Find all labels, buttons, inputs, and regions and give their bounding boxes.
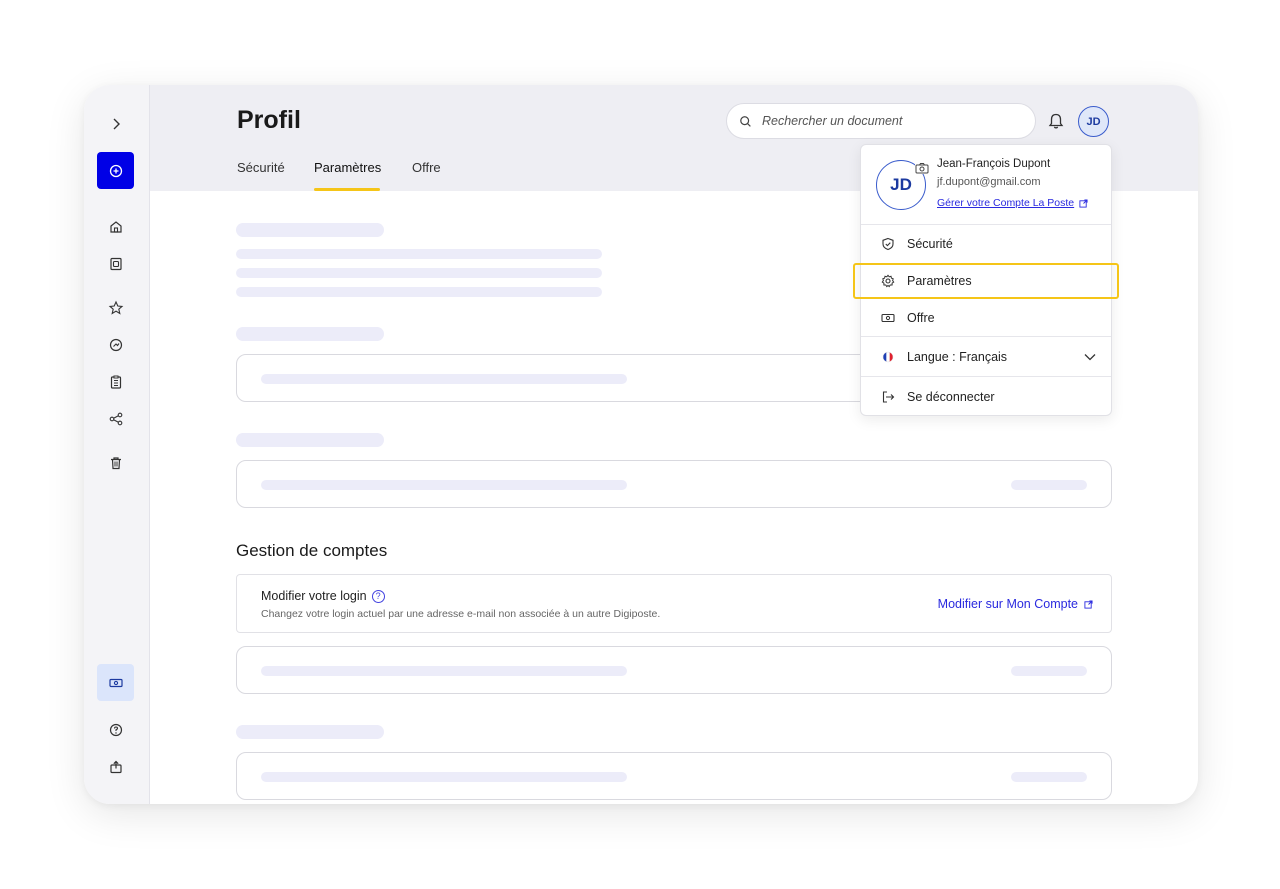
skeleton-line (261, 666, 627, 676)
trash-icon[interactable] (97, 444, 134, 481)
logout-icon (882, 391, 895, 403)
user-email: jf.dupont@gmail.com (937, 176, 1041, 188)
expand-icon[interactable] (97, 105, 134, 142)
skeleton-heading (236, 433, 384, 447)
search-bar[interactable] (726, 103, 1036, 139)
divider (861, 336, 1111, 337)
divider (861, 224, 1111, 225)
menu-item-label: Langue : Français (907, 350, 1008, 364)
tab-offre[interactable]: Offre (412, 160, 441, 175)
menu-item-label: Offre (907, 311, 935, 325)
ticket-icon (881, 313, 895, 323)
menu-item-label: Se déconnecter (907, 390, 995, 404)
modify-account-link-label: Modifier sur Mon Compte (937, 597, 1078, 611)
skeleton-heading (236, 725, 384, 739)
active-tab-indicator (314, 188, 380, 191)
skeleton-line (236, 268, 602, 278)
skeleton-card (236, 460, 1112, 508)
skeleton-line (1011, 480, 1087, 490)
external-link-icon (1084, 599, 1093, 609)
flag-fr-icon (882, 351, 894, 363)
tab-securite[interactable]: Sécurité (237, 160, 285, 175)
offer-icon[interactable] (97, 664, 134, 701)
language-selector[interactable]: Langue : Français (861, 338, 1113, 376)
share-icon[interactable] (97, 400, 134, 437)
skeleton-card (236, 646, 1112, 694)
menu-item-securite[interactable]: Sécurité (861, 226, 1113, 262)
star-icon[interactable] (97, 289, 134, 326)
manage-account-link-label: Gérer votre Compte La Poste (937, 197, 1075, 209)
skeleton-card (236, 752, 1112, 800)
login-description: Changez votre login actuel par une adres… (261, 608, 661, 620)
login-title-text: Modifier votre login (261, 589, 367, 603)
skeleton-line (1011, 666, 1087, 676)
sidebar (84, 85, 150, 804)
skeleton-heading (236, 223, 384, 237)
bell-icon[interactable] (1047, 112, 1065, 130)
export-icon[interactable] (97, 748, 134, 785)
skeleton-heading (236, 327, 384, 341)
shield-icon (882, 237, 894, 251)
home-icon[interactable] (97, 208, 134, 245)
login-title: Modifier votre login? (261, 589, 385, 604)
chevron-down-icon (1084, 354, 1096, 361)
skeleton-line (261, 480, 627, 490)
skeleton-line (261, 772, 627, 782)
page-title: Profil (237, 106, 301, 134)
divider (861, 376, 1111, 377)
add-icon[interactable] (97, 152, 134, 189)
section-title: Gestion de comptes (236, 541, 388, 560)
camera-icon[interactable] (915, 162, 929, 174)
app-window: Profil Sécurité Paramètres Offre JD Gest… (84, 85, 1198, 804)
skeleton-line (1011, 772, 1087, 782)
tab-parametres[interactable]: Paramètres (314, 160, 381, 175)
help-icon[interactable]: ? (371, 590, 385, 604)
help-icon[interactable] (97, 711, 134, 748)
search-input[interactable] (762, 114, 1022, 128)
clipboard-icon[interactable] (97, 363, 134, 400)
documents-icon[interactable] (97, 245, 134, 282)
highlight-box (853, 263, 1119, 299)
menu-item-label: Sécurité (907, 237, 953, 251)
user-name: Jean-François Dupont (937, 158, 1051, 170)
modify-account-link[interactable]: Modifier sur Mon Compte (938, 597, 1093, 611)
menu-item-logout[interactable]: Se déconnecter (861, 378, 1113, 416)
search-icon (740, 115, 751, 127)
menu-item-offre[interactable]: Offre (861, 300, 1113, 336)
manage-account-link[interactable]: Gérer votre Compte La Poste (937, 197, 1088, 209)
skeleton-line (261, 374, 627, 384)
skeleton-line (236, 287, 602, 297)
skeleton-line (236, 249, 602, 259)
avatar[interactable]: JD (1078, 106, 1109, 137)
login-card: Modifier votre login? Changez votre logi… (236, 574, 1112, 633)
share-drive-icon[interactable] (97, 326, 134, 363)
external-link-icon (1079, 198, 1088, 208)
